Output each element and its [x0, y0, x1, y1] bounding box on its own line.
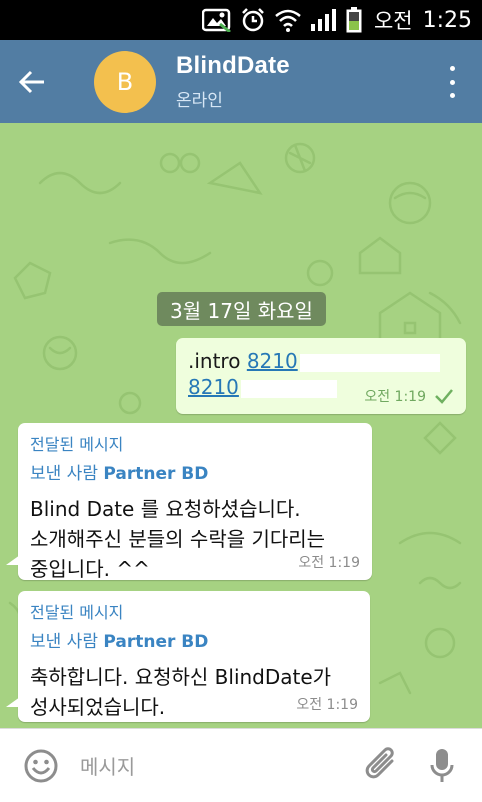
phone-link[interactable]: 8210 [247, 349, 298, 373]
message-line: 축하합니다. 요청하신 BlindDate가 [30, 665, 332, 689]
chat-title-block[interactable]: BlindDate 온라인 [176, 52, 290, 111]
phone-link[interactable]: 8210 [188, 375, 239, 399]
incoming-message[interactable]: 전달된 메시지 보낸 사람 Partner BD 축하합니다. 요청하신 Bli… [18, 591, 370, 722]
forwarded-from-prefix: 보낸 사람 [30, 632, 104, 652]
attach-button[interactable] [364, 746, 400, 786]
forwarded-from-prefix: 보낸 사람 [30, 464, 104, 484]
outgoing-message[interactable]: .intro 8210 8210 오전 1:19 [176, 338, 466, 414]
status-time: 1:25 [422, 7, 472, 33]
message-meta: 오전 1:19 [296, 694, 358, 714]
message-time: 오전 1:19 [364, 389, 426, 405]
menu-dot [449, 93, 455, 98]
message-line: 소개해주신 분들의 수락을 기다리는 [30, 527, 326, 551]
forwarded-from-name: Partner BD [103, 632, 209, 652]
incoming-message[interactable]: 전달된 메시지 보낸 사람 Partner BD Blind Date 를 요청… [18, 423, 372, 581]
date-separator: 3월 17일 화요일 [157, 292, 326, 326]
chat-area[interactable]: 3월 17일 화요일 .intro 8210 8210 오전 1:19 전달된 … [0, 123, 482, 728]
overflow-menu-button[interactable] [446, 66, 458, 98]
chat-header: B BlindDate 온라인 [0, 40, 482, 123]
forwarded-from[interactable]: 보낸 사람 Partner BD [30, 459, 360, 484]
battery-icon [346, 7, 362, 33]
message-input-bar: 메시지 [0, 728, 482, 802]
message-meta: 오전 1:19 [364, 386, 454, 406]
forwarded-label: 전달된 메시지 [30, 603, 124, 622]
bubble-tail [6, 555, 20, 565]
emoji-icon [24, 749, 58, 782]
avatar[interactable]: B [94, 50, 156, 113]
alarm-icon [240, 7, 266, 33]
back-arrow-icon [18, 70, 44, 93]
back-button[interactable] [0, 40, 64, 123]
status-bar: 오전 1:25 [0, 0, 482, 40]
wifi-icon [274, 8, 302, 32]
check-icon [435, 389, 453, 404]
redacted-block [299, 353, 440, 372]
mic-button[interactable] [428, 746, 456, 786]
menu-dot [449, 79, 455, 85]
message-time: 오전 1:19 [298, 555, 360, 571]
gallery-icon [201, 8, 232, 32]
forwarded-label: 전달된 메시지 [30, 435, 124, 454]
message-input[interactable]: 메시지 [80, 751, 364, 780]
message-time: 오전 1:19 [296, 697, 358, 713]
message-line: Blind Date 를 요청하셨습니다. [30, 497, 301, 521]
attach-icon [365, 746, 394, 778]
signal-icon [310, 8, 338, 32]
redacted-block [240, 379, 337, 398]
mic-icon [430, 748, 454, 782]
menu-dot [449, 66, 455, 71]
chat-title: BlindDate [176, 52, 290, 79]
chat-status: 온라인 [176, 91, 223, 111]
forwarded-from-name: Partner BD [103, 464, 209, 484]
bubble-tail [6, 697, 20, 707]
status-ampm: 오전 [373, 9, 413, 33]
forwarded-from[interactable]: 보낸 사람 Partner BD [30, 627, 358, 652]
emoji-button[interactable] [22, 747, 60, 785]
message-meta: 오전 1:19 [298, 552, 360, 572]
outgoing-prefix: .intro [188, 349, 247, 373]
